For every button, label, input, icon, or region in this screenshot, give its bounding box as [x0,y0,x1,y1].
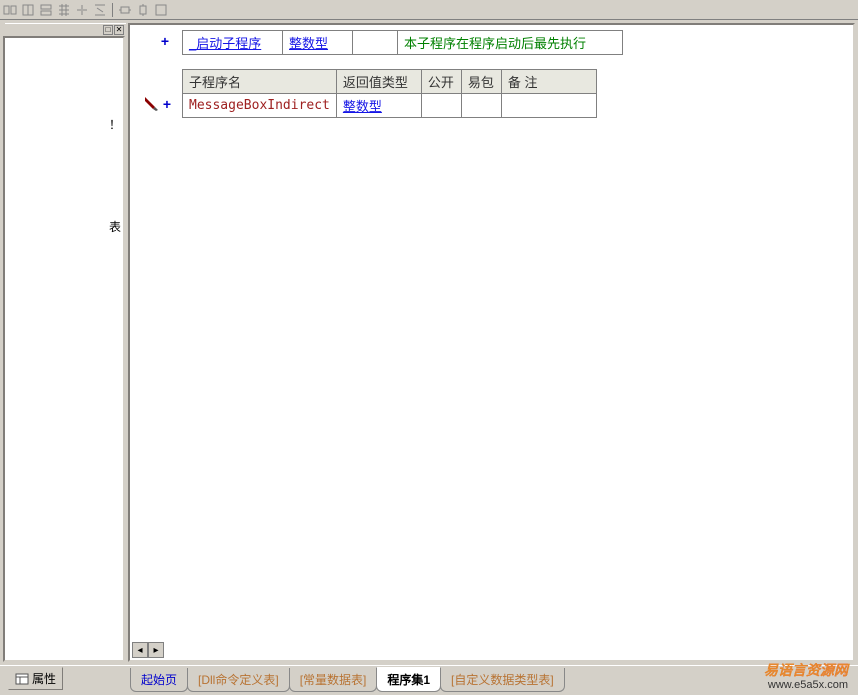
sidebar-char-2: 表 [109,218,121,235]
plus-icon-1[interactable]: + [161,33,169,49]
tab-const[interactable]: [常量数据表] [289,668,378,692]
tab-bar: 起始页 [Dll命令定义表] [常量数据表] 程序集1 [自定义数据类型表] [130,667,564,692]
scroll-controls: ◂ ▸ [132,642,164,658]
th-type: 返回值类型 [336,70,421,94]
toolbar [0,0,858,20]
bottom-bar: 属性 起始页 [Dll命令定义表] [常量数据表] 程序集1 [自定义数据类型表… [0,665,858,695]
sidebar-close-icon[interactable]: ✕ [114,25,124,35]
th-public: 公开 [421,70,461,94]
sidebar-header: □ ✕ [5,23,126,35]
watermark: 易语言资源网 www.e5a5x.com [764,662,848,692]
main-area: □ ✕ ！ 表 + _启动子程序 整数型 本子程序在程序启动后最先执行 [0,20,858,662]
startup-comment: 本子程序在程序启动后最先执行 [404,36,586,51]
startup-c1 [353,31,398,55]
scroll-left-icon[interactable]: ◂ [132,642,148,658]
tb-btn-9[interactable] [153,2,169,18]
row2-marker: + [130,95,174,113]
tb-btn-6[interactable] [92,2,108,18]
tab-custom[interactable]: [自定义数据类型表] [440,668,565,692]
properties-icon [15,673,29,685]
watermark-text: 易语言资源网 [764,662,848,679]
table-row[interactable]: _启动子程序 整数型 本子程序在程序启动后最先执行 [183,31,623,55]
tab-start[interactable]: 起始页 [130,668,188,692]
row1-marker: + [142,33,172,49]
sub-public[interactable] [421,94,461,118]
sidebar-min-icon[interactable]: □ [103,25,113,35]
watermark-url: www.e5a5x.com [764,679,848,692]
tb-btn-7[interactable] [117,2,133,18]
properties-button[interactable]: 属性 [8,667,63,690]
content-area: + _启动子程序 整数型 本子程序在程序启动后最先执行 + 子程序名 [128,23,855,662]
tb-btn-3[interactable] [38,2,54,18]
startup-row-table: _启动子程序 整数型 本子程序在程序启动后最先执行 [182,30,623,55]
sidebar-panel: ！ 表 [3,36,125,662]
th-note: 备 注 [501,70,596,94]
tb-btn-5[interactable] [74,2,90,18]
table-row[interactable]: MessageBoxIndirect 整数型 [183,94,597,118]
sidebar-char-1: ！ [109,116,121,133]
th-name: 子程序名 [183,70,337,94]
tab-dll[interactable]: [Dll命令定义表] [187,668,290,692]
table-header-row: 子程序名 返回值类型 公开 易包 备 注 [183,70,597,94]
startup-type: 整数型 [289,36,328,51]
subroutine-table: 子程序名 返回值类型 公开 易包 备 注 MessageBoxIndirect … [182,69,597,118]
tb-btn-8[interactable] [135,2,151,18]
sub-pkg[interactable] [461,94,501,118]
scroll-right-icon[interactable]: ▸ [148,642,164,658]
properties-label: 属性 [32,670,56,687]
plus-icon-2[interactable]: + [163,96,171,112]
tab-prog-active[interactable]: 程序集1 [376,667,441,692]
pen-icon [143,95,161,113]
tb-btn-2[interactable] [20,2,36,18]
tb-div-1 [112,3,113,17]
sub-type: 整数型 [343,99,382,114]
startup-name: _启动子程序 [189,36,261,51]
sub-name[interactable]: MessageBoxIndirect [183,94,337,118]
th-pkg: 易包 [461,70,501,94]
tb-btn-4[interactable] [56,2,72,18]
sub-note[interactable] [501,94,596,118]
tb-btn-1[interactable] [2,2,18,18]
